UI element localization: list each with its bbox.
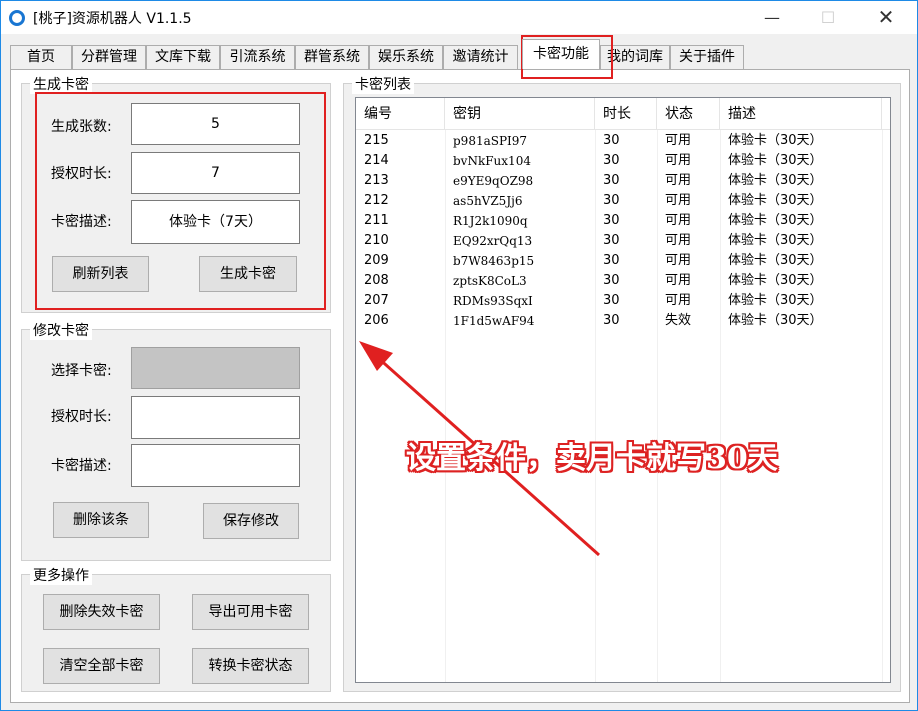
annotation-arrow [359, 341, 600, 557]
app-window: [桃子]资源机器人 V1.1.5 — ☐ ✕ 首页 分群管理 文库下载 引流系统… [0, 0, 918, 711]
annotation-text: 设置条件，卖月卡就写30天 [406, 441, 778, 476]
tab-card-key[interactable]: 卡密功能 [522, 39, 600, 69]
